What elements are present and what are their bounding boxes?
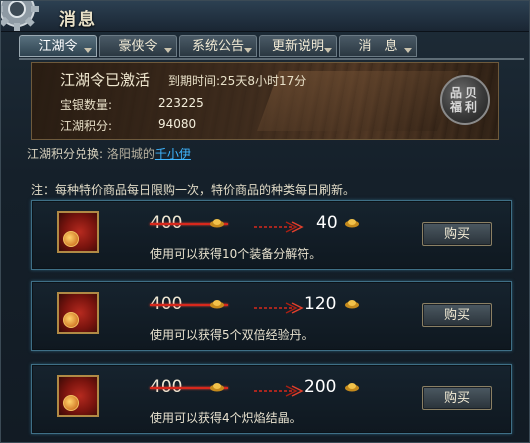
gold-ingot-icon <box>210 383 224 392</box>
silver-value: 223225 <box>158 96 204 110</box>
gold-ingot-icon <box>345 219 359 228</box>
chevron-down-icon <box>404 48 412 53</box>
silver-label: 宝银数量: <box>60 98 113 112</box>
arrow-right-icon <box>254 385 304 397</box>
exchange-place: 洛阳城的 <box>106 147 155 161</box>
buy-button[interactable]: 购买 <box>422 303 492 327</box>
message-window: 消息 江湖令 豪侠令 系统公告 更新说明 消 息 江湖令已激活 到期时间:25天… <box>0 0 530 443</box>
seal-text: 品贝福利 <box>450 86 481 114</box>
window-title: 消息 <box>59 10 97 30</box>
tab-system-notice[interactable]: 系统公告 <box>179 35 257 57</box>
deal-row: 400 40 使用可以获得10个装备分解符。 购买 <box>31 200 512 270</box>
item-description: 使用可以获得10个装备分解符。 <box>150 247 322 261</box>
gold-orb-icon <box>63 312 79 328</box>
gold-ingot-icon <box>210 219 224 228</box>
red-pouch-icon[interactable] <box>57 375 99 417</box>
chevron-down-icon <box>84 48 92 53</box>
gold-orb-icon <box>63 231 79 247</box>
new-price: 40 <box>316 213 338 233</box>
item-description: 使用可以获得4个炽焰结晶。 <box>150 411 302 425</box>
arrow-right-icon <box>254 221 304 233</box>
new-price: 200 <box>304 377 337 397</box>
item-description: 使用可以获得5个双倍经验丹。 <box>150 328 314 342</box>
tab-messages[interactable]: 消 息 <box>339 35 417 57</box>
gear-icon <box>1 1 39 31</box>
deal-row: 400 120 使用可以获得5个双倍经验丹。 购买 <box>31 281 512 351</box>
title-bar[interactable]: 消息 <box>1 1 529 32</box>
arrow-right-icon <box>254 302 304 314</box>
tab-label: 江湖令 <box>38 39 78 54</box>
purchase-note: 注：每种特价商品每日限购一次，特价商品的种类每日刷新。 <box>31 183 356 197</box>
gold-ingot-icon <box>345 300 359 309</box>
tab-label: 更新说明 <box>271 39 324 54</box>
tab-jianghuling[interactable]: 江湖令 <box>19 35 97 57</box>
tab-divider <box>19 58 524 60</box>
chevron-down-icon <box>324 48 332 53</box>
gold-ingot-icon <box>210 300 224 309</box>
new-price: 120 <box>304 294 337 314</box>
welfare-seal-button[interactable]: 品贝福利 <box>440 75 490 125</box>
red-pouch-icon[interactable] <box>57 211 99 253</box>
tab-label: 消 息 <box>358 39 398 54</box>
gold-orb-icon <box>63 395 79 411</box>
tab-bar: 江湖令 豪侠令 系统公告 更新说明 消 息 <box>19 35 519 59</box>
points-exchange-line: 江湖积分兑换: 洛阳城的千小伊 <box>27 145 191 162</box>
buy-button[interactable]: 购买 <box>422 222 492 246</box>
points-label: 江湖积分: <box>60 119 113 133</box>
tab-haoxialing[interactable]: 豪侠令 <box>99 35 177 57</box>
npc-link[interactable]: 千小伊 <box>155 147 191 161</box>
deal-row: 400 200 使用可以获得4个炽焰结晶。 购买 <box>31 364 512 434</box>
chevron-down-icon <box>244 48 252 53</box>
expire-time: 到期时间:25天8小时17分 <box>168 74 307 88</box>
exchange-prefix: 江湖积分兑换: <box>27 147 104 161</box>
tab-label: 系统公告 <box>191 39 244 54</box>
tab-label: 豪侠令 <box>118 39 158 54</box>
buy-button[interactable]: 购买 <box>422 386 492 410</box>
points-value: 94080 <box>158 117 197 131</box>
chevron-down-icon <box>164 48 172 53</box>
red-pouch-icon[interactable] <box>57 292 99 334</box>
gold-ingot-icon <box>345 383 359 392</box>
activation-status: 江湖令已激活 <box>60 71 151 89</box>
status-banner: 江湖令已激活 到期时间:25天8小时17分 宝银数量: 223225 江湖积分:… <box>31 62 499 140</box>
tab-update-notes[interactable]: 更新说明 <box>259 35 337 57</box>
